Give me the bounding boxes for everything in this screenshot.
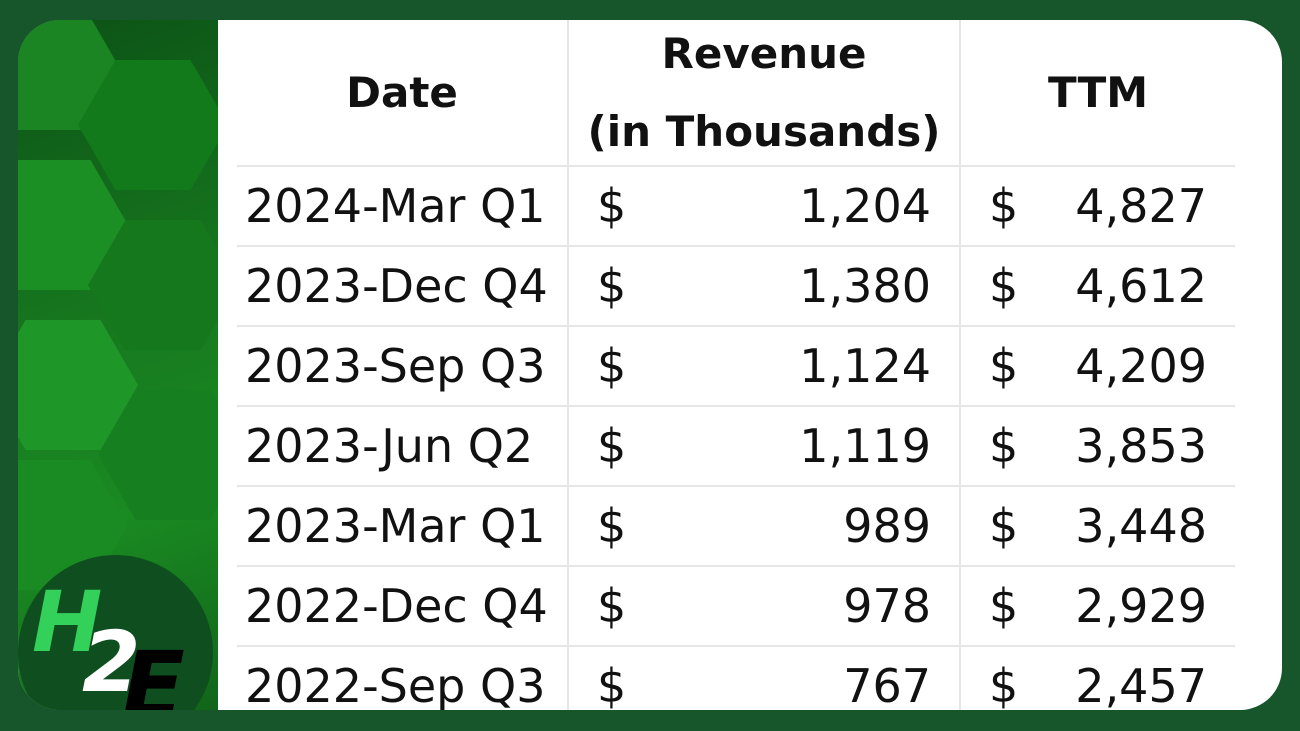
table-row: 2023-Dec Q4 $1,380 $4,612 [237, 247, 1235, 327]
currency-symbol: $ [989, 339, 1019, 393]
header-ttm-label: TTM [1047, 67, 1149, 117]
cell-date: 2023-Dec Q4 [237, 247, 569, 325]
slide-frame: H 2 E Date Revenue (in Thousands) TTM 20… [18, 20, 1282, 710]
ttm-value: 2,929 [1075, 579, 1207, 633]
ttm-value: 3,448 [1075, 499, 1207, 553]
currency-symbol: $ [989, 579, 1019, 633]
revenue-value: 1,124 [799, 339, 931, 393]
revenue-value: 989 [843, 499, 931, 553]
currency-symbol: $ [989, 179, 1019, 233]
header-date: Date [237, 20, 569, 165]
currency-symbol: $ [989, 659, 1019, 710]
cell-date: 2024-Mar Q1 [237, 167, 569, 245]
table-row: 2023-Jun Q2 $1,119 $3,853 [237, 407, 1235, 487]
currency-symbol: $ [989, 419, 1019, 473]
revenue-value: 978 [843, 579, 931, 633]
table-row: 2022-Dec Q4 $978 $2,929 [237, 567, 1235, 647]
ttm-value: 4,612 [1075, 259, 1207, 313]
currency-symbol: $ [597, 579, 627, 633]
table-row: 2022-Sep Q3 $767 $2,457 [237, 647, 1235, 710]
header-revenue: Revenue (in Thousands) [569, 20, 961, 165]
cell-ttm: $3,853 [961, 407, 1235, 485]
cell-date: 2023-Jun Q2 [237, 407, 569, 485]
header-revenue-unit: (in Thousands) [587, 106, 941, 156]
ttm-value: 4,827 [1075, 179, 1207, 233]
revenue-value: 767 [843, 659, 931, 710]
currency-symbol: $ [597, 179, 627, 233]
ttm-value: 2,457 [1075, 659, 1207, 710]
currency-symbol: $ [597, 259, 627, 313]
header-date-label: Date [346, 67, 458, 117]
table-header-row: Date Revenue (in Thousands) TTM [237, 20, 1235, 167]
cell-date: 2023-Mar Q1 [237, 487, 569, 565]
cell-revenue: $767 [569, 647, 961, 710]
header-revenue-label: Revenue [661, 28, 867, 78]
cell-revenue: $1,380 [569, 247, 961, 325]
cell-revenue: $1,119 [569, 407, 961, 485]
cell-ttm: $4,209 [961, 327, 1235, 405]
cell-ttm: $4,827 [961, 167, 1235, 245]
currency-symbol: $ [989, 499, 1019, 553]
cell-date: 2023-Sep Q3 [237, 327, 569, 405]
cell-ttm: $3,448 [961, 487, 1235, 565]
cell-ttm: $2,457 [961, 647, 1235, 710]
cell-date: 2022-Sep Q3 [237, 647, 569, 710]
ttm-value: 3,853 [1075, 419, 1207, 473]
cell-ttm: $2,929 [961, 567, 1235, 645]
cell-revenue: $1,204 [569, 167, 961, 245]
cell-ttm: $4,612 [961, 247, 1235, 325]
header-ttm: TTM [961, 20, 1235, 165]
currency-symbol: $ [597, 339, 627, 393]
table-row: 2023-Sep Q3 $1,124 $4,209 [237, 327, 1235, 407]
cell-date: 2022-Dec Q4 [237, 567, 569, 645]
cell-revenue: $978 [569, 567, 961, 645]
revenue-value: 1,380 [799, 259, 931, 313]
currency-symbol: $ [597, 499, 627, 553]
ttm-value: 4,209 [1075, 339, 1207, 393]
currency-symbol: $ [597, 419, 627, 473]
cell-revenue: $1,124 [569, 327, 961, 405]
currency-symbol: $ [597, 659, 627, 710]
revenue-value: 1,119 [799, 419, 931, 473]
table-row: 2024-Mar Q1 $1,204 $4,827 [237, 167, 1235, 247]
revenue-value: 1,204 [799, 179, 931, 233]
currency-symbol: $ [989, 259, 1019, 313]
logo-letter-e: E [122, 632, 185, 711]
table-row: 2023-Mar Q1 $989 $3,448 [237, 487, 1235, 567]
cell-revenue: $989 [569, 487, 961, 565]
